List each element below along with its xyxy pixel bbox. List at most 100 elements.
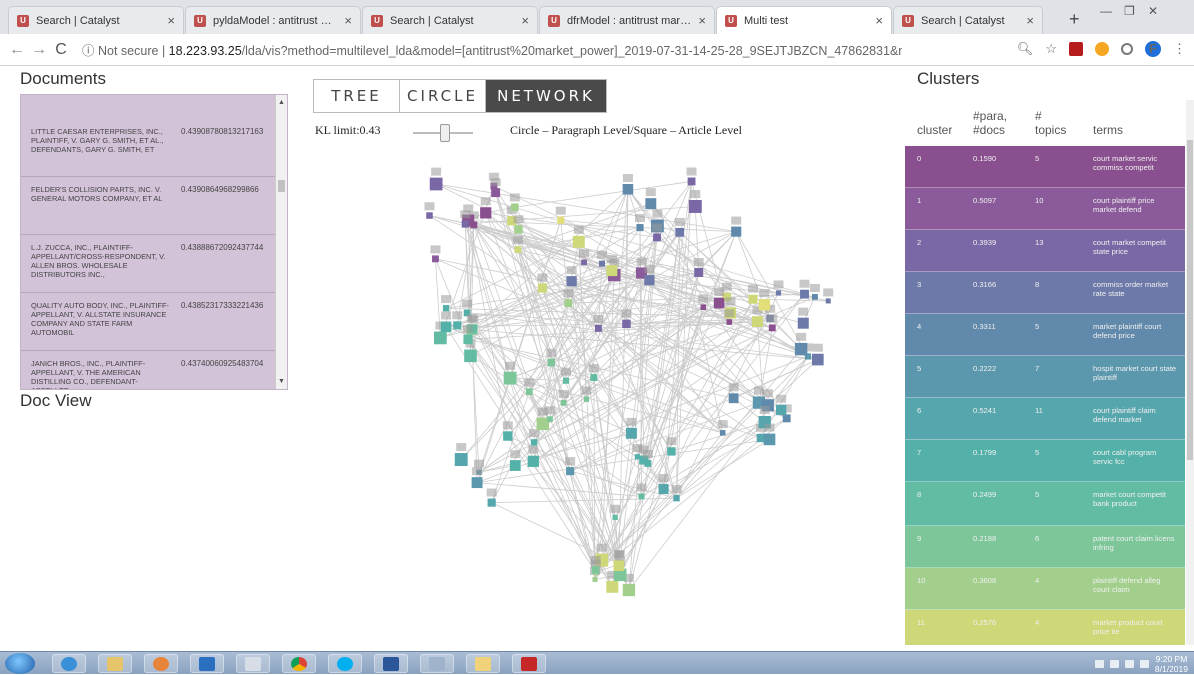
cluster-row[interactable]: 50.22227hospit market court state plaint…	[905, 356, 1185, 398]
extension-icon[interactable]	[1095, 42, 1109, 56]
tray-volume-icon[interactable]	[1140, 660, 1149, 668]
graph-node[interactable]	[563, 378, 569, 384]
graph-node[interactable]	[653, 233, 661, 241]
graph-node[interactable]	[769, 325, 776, 332]
tray-network-icon[interactable]	[1110, 660, 1119, 668]
cluster-row[interactable]: 30.31668commiss order market rate state	[905, 272, 1185, 314]
tray-flag-icon[interactable]	[1095, 660, 1104, 668]
document-row[interactable]: QUALITY AUTO BODY, INC., Plaintiff-Appel…	[21, 293, 287, 351]
view-tab-network[interactable]: NETWORK	[486, 80, 606, 112]
close-window-icon[interactable]: ✕	[1148, 4, 1158, 18]
browser-tab[interactable]: UpyldaModel : antitrust market...×	[185, 6, 361, 34]
graph-node[interactable]	[504, 372, 517, 385]
cluster-row[interactable]: 10.509710court plaintiff price market de…	[905, 188, 1185, 230]
bookmark-star-icon[interactable]: ☆	[1045, 41, 1057, 57]
graph-node[interactable]	[590, 374, 597, 381]
tab-close-icon[interactable]: ×	[521, 13, 529, 28]
zoom-icon[interactable]: 🔍︎	[1017, 41, 1034, 57]
scroll-up-icon[interactable]: ▲	[278, 99, 285, 106]
pdf-extension-icon[interactable]	[1069, 42, 1083, 56]
graph-node[interactable]	[645, 460, 652, 467]
media-taskbar-button[interactable]	[144, 654, 178, 673]
graph-node[interactable]	[688, 178, 696, 186]
graph-node[interactable]	[573, 236, 585, 248]
col-terms[interactable]: terms	[1093, 123, 1123, 137]
info-icon[interactable]: ⓘ	[82, 44, 95, 58]
document-row[interactable]: L.J. ZUCCA, INC., PLAINTIFF-APPELLANT/CR…	[21, 235, 287, 293]
scroll-down-icon[interactable]: ▼	[278, 378, 285, 385]
graph-node[interactable]	[749, 295, 758, 304]
graph-node[interactable]	[595, 325, 602, 332]
graph-node[interactable]	[511, 203, 519, 211]
folder-taskbar-button[interactable]	[466, 654, 500, 673]
graph-node[interactable]	[537, 418, 549, 430]
maximize-icon[interactable]: ❐	[1124, 4, 1135, 18]
url-field[interactable]: ⓘ Not secure | 18.223.93.25/lda/vis?meth…	[82, 40, 902, 59]
cluster-row[interactable]: 70.17995court cabl program servic fcc	[905, 440, 1185, 482]
back-arrow-icon[interactable]: ←	[6, 41, 28, 59]
graph-node[interactable]	[764, 434, 776, 446]
graph-node[interactable]	[464, 350, 477, 363]
view-tab-circle[interactable]: CIRCLE	[400, 80, 486, 112]
tab-close-icon[interactable]: ×	[1026, 13, 1034, 28]
tab-close-icon[interactable]: ×	[875, 13, 883, 28]
minimize-icon[interactable]: —	[1100, 4, 1112, 18]
graph-node[interactable]	[726, 319, 732, 325]
graph-node[interactable]	[812, 354, 824, 366]
network-graph[interactable]	[385, 140, 875, 620]
graph-node[interactable]	[443, 305, 449, 311]
graph-node[interactable]	[606, 581, 618, 593]
explorer-taskbar-button[interactable]	[98, 654, 132, 673]
graph-node[interactable]	[557, 217, 564, 224]
document-row[interactable]: LITTLE CAESAR ENTERPRISES, INC., Plainti…	[21, 119, 287, 177]
tray-battery-icon[interactable]	[1125, 660, 1134, 668]
scroll-thumb[interactable]	[278, 180, 285, 192]
graph-node[interactable]	[623, 584, 635, 596]
view-tab-tree[interactable]: TREE	[314, 80, 400, 112]
cluster-row[interactable]: 60.524111court plaintiff claim defend ma…	[905, 398, 1185, 440]
cluster-row[interactable]: 110.25764market product court price tie	[905, 610, 1185, 645]
graph-node[interactable]	[644, 275, 654, 285]
tab-close-icon[interactable]: ×	[344, 13, 352, 28]
graph-node[interactable]	[538, 283, 547, 292]
graph-node[interactable]	[566, 467, 574, 475]
forward-arrow-icon[interactable]: →	[28, 41, 50, 59]
browser-tab[interactable]: USearch | Catalyst×	[8, 6, 184, 34]
graph-node[interactable]	[453, 321, 461, 329]
taskbar-clock[interactable]: 9:20 PM8/1/2019	[1155, 654, 1188, 674]
graph-node[interactable]	[592, 577, 597, 582]
graph-node[interactable]	[798, 318, 809, 329]
graph-node[interactable]	[659, 484, 669, 494]
acrobat-taskbar-button[interactable]	[512, 654, 546, 673]
col-para[interactable]: #para,#docs	[973, 109, 1007, 137]
graph-node[interactable]	[776, 290, 781, 295]
documents-scrollbar[interactable]: ▲ ▼	[275, 95, 287, 389]
outlook-taskbar-button[interactable]	[190, 654, 224, 673]
graph-node[interactable]	[689, 200, 702, 213]
graph-node[interactable]	[455, 453, 468, 466]
app-taskbar-button[interactable]	[420, 654, 454, 673]
cluster-row[interactable]: 90.21886patent court claim licens infrin…	[905, 526, 1185, 568]
graph-node[interactable]	[729, 393, 739, 403]
graph-node[interactable]	[639, 493, 645, 499]
ie-taskbar-button[interactable]	[52, 654, 86, 673]
graph-node[interactable]	[613, 515, 618, 520]
graph-node[interactable]	[759, 299, 770, 310]
col-topics[interactable]: #topics	[1035, 109, 1066, 137]
graph-node[interactable]	[613, 560, 624, 571]
graph-node[interactable]	[720, 430, 726, 436]
cluster-row[interactable]: 40.33115market plaintiff court defend pr…	[905, 314, 1185, 356]
graph-node[interactable]	[800, 290, 809, 299]
graph-node[interactable]	[636, 224, 643, 231]
graph-node[interactable]	[434, 332, 447, 345]
graph-node[interactable]	[514, 246, 521, 253]
chrome-taskbar-button[interactable]	[282, 654, 316, 673]
graph-node[interactable]	[645, 198, 656, 209]
graph-node[interactable]	[731, 227, 741, 237]
clusters-scroll-thumb[interactable]	[1187, 140, 1193, 460]
graph-node[interactable]	[622, 320, 631, 329]
graph-node[interactable]	[752, 316, 763, 327]
graph-node[interactable]	[488, 499, 496, 507]
graph-node[interactable]	[441, 321, 452, 332]
graph-node[interactable]	[795, 343, 807, 355]
